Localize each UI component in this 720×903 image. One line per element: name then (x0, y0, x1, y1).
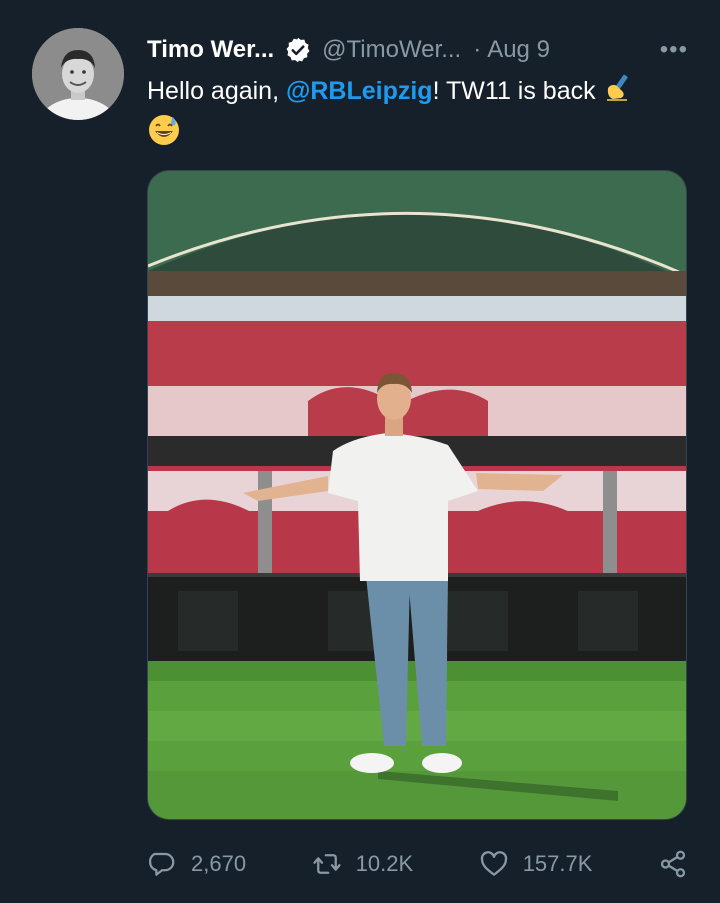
retweet-button[interactable]: 10.2K (312, 849, 414, 879)
mention-link[interactable]: @RBLeipzig (286, 77, 433, 105)
author-avatar-image (32, 28, 124, 120)
like-count: 157.7K (522, 851, 593, 876)
more-options-button[interactable]: ••• (660, 36, 688, 64)
reply-icon (148, 852, 175, 876)
tweet-header: Timo Wer... @TimoWer... · Aug 9 ••• (147, 30, 688, 70)
stadium-photo (148, 171, 686, 819)
verified-badge-icon (284, 36, 312, 64)
share-icon (660, 850, 686, 878)
reply-count: 2,670 (191, 851, 247, 876)
share-button[interactable] (658, 849, 688, 879)
grinning-sweat-emoji (147, 113, 181, 158)
heart-icon (480, 851, 507, 876)
like-button[interactable]: 157.7K (479, 849, 593, 879)
reply-button[interactable]: 2,670 (147, 849, 246, 879)
author-handle[interactable]: @TimoWer... (322, 36, 461, 64)
tweet-text-part-2: ! TW11 is back (432, 77, 603, 106)
retweet-icon (313, 854, 341, 874)
retweet-count: 10.2K (355, 851, 414, 876)
tweet-actions-bar: 2,670 10.2K 157.7K (147, 840, 688, 888)
tweet-text-part-1: Hello again, (147, 77, 286, 106)
tweet-media-image[interactable] (147, 170, 687, 820)
author-name[interactable]: Timo Wer... (147, 36, 274, 64)
tweet-date[interactable]: Aug 9 (487, 36, 550, 64)
date-separator: · (473, 36, 482, 63)
writing-hand-emoji (603, 72, 633, 113)
author-avatar[interactable] (32, 28, 124, 120)
tweet-text: Hello again, @RBLeipzig! TW11 is back (147, 72, 692, 158)
